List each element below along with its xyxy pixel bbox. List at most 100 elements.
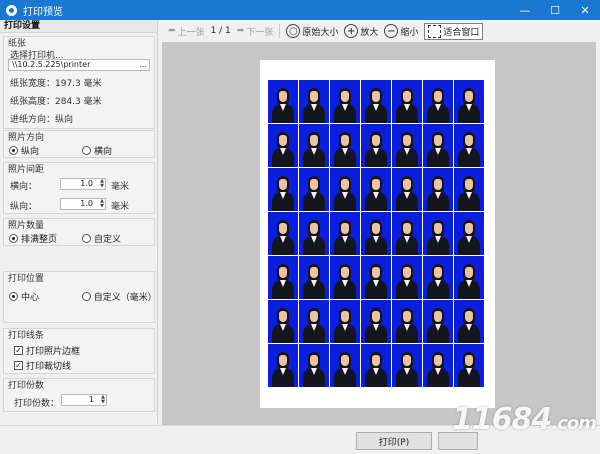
- paper-group: 纸张 选择打印机... \\10.2.5.225\printer ... 纸张宽…: [3, 36, 155, 129]
- radio-unselected-icon: [82, 146, 91, 155]
- center-position-label: 中心: [21, 293, 40, 303]
- portrait-label: 纵向: [21, 147, 40, 157]
- id-photo: [299, 212, 329, 255]
- position-group-title: 打印位置: [8, 274, 45, 284]
- id-photo: [361, 300, 391, 343]
- close-button[interactable]: ✕: [570, 0, 600, 20]
- landscape-label: 横向: [94, 147, 113, 157]
- browse-printer-button[interactable]: ...: [139, 60, 147, 70]
- custom-quantity-label: 自定义: [94, 235, 122, 245]
- id-photo: [423, 124, 453, 167]
- id-photo: [392, 124, 422, 167]
- id-photo: [299, 168, 329, 211]
- id-photo: [330, 168, 360, 211]
- id-photo: [361, 168, 391, 211]
- copies-group: 打印份数 打印份数： 1 ▲ ▼: [3, 378, 155, 412]
- id-photo: [330, 256, 360, 299]
- id-photo: [330, 124, 360, 167]
- prev-page-button[interactable]: ⬅ 上一张: [168, 25, 205, 38]
- printer-path-field[interactable]: \\10.2.5.225\printer ...: [8, 59, 150, 71]
- id-photo: [268, 80, 298, 123]
- custom-position-label: 自定义（毫米）: [93, 293, 157, 303]
- id-photo: [454, 344, 484, 387]
- id-photo: [361, 80, 391, 123]
- settings-panel: 打印设置 纸张 选择打印机... \\10.2.5.225\printer ..…: [0, 20, 158, 425]
- maximize-button[interactable]: ☐: [540, 0, 570, 20]
- stepper-arrows-icon[interactable]: ▲ ▼: [100, 199, 104, 209]
- preview-area[interactable]: [162, 42, 596, 425]
- prev-page-label: 上一张: [177, 27, 205, 38]
- center-position-radio[interactable]: 中心: [9, 290, 39, 303]
- arrow-right-icon: ➡: [236, 26, 245, 36]
- id-photo: [361, 344, 391, 387]
- vertical-unit: 毫米: [111, 202, 130, 212]
- id-photo: [361, 212, 391, 255]
- stepper-arrows-icon[interactable]: ▲ ▼: [100, 179, 104, 189]
- zoom-in-icon: +: [344, 24, 359, 38]
- id-photo: [268, 212, 298, 255]
- id-photo: [454, 256, 484, 299]
- copies-stepper[interactable]: 1 ▲ ▼: [61, 394, 107, 406]
- site-watermark: 11684.com: [452, 402, 597, 437]
- id-photo: [392, 80, 422, 123]
- spacing-group-title: 照片间距: [8, 165, 45, 175]
- orientation-group-title: 照片方向: [8, 133, 45, 143]
- cut-lines-label: 打印裁切线: [26, 362, 72, 372]
- next-page-button[interactable]: ➡ 下一张: [237, 25, 274, 38]
- fill-page-label: 排满整页: [21, 235, 58, 245]
- position-group: 打印位置 中心 自定义（毫米）: [3, 271, 157, 323]
- fit-window-button[interactable]: 适合窗口: [424, 22, 484, 40]
- vertical-spacing-stepper[interactable]: 1.0 ▲ ▼: [60, 198, 106, 210]
- radio-unselected-icon: [82, 292, 91, 301]
- zoom-out-icon: −: [384, 24, 399, 38]
- id-photo: [299, 344, 329, 387]
- id-photo: [423, 80, 453, 123]
- horizontal-spacing-label: 横向：: [10, 182, 38, 192]
- stepper-arrows-icon[interactable]: ▲ ▼: [101, 395, 105, 405]
- id-photo: [330, 80, 360, 123]
- portrait-radio[interactable]: 纵向: [9, 144, 39, 157]
- cut-lines-checkbox[interactable]: ✓ 打印裁切线: [14, 359, 71, 372]
- horizontal-spacing-stepper[interactable]: 1.0 ▲ ▼: [60, 178, 106, 190]
- paper-height-label: 纸张高度：284.3 毫米: [10, 97, 102, 107]
- id-photo: [454, 212, 484, 255]
- custom-quantity-radio[interactable]: 自定义: [82, 232, 121, 245]
- id-photo: [454, 168, 484, 211]
- zoom-out-button[interactable]: − 缩小: [384, 24, 418, 38]
- original-size-label: 原始大小: [302, 27, 339, 38]
- orientation-group: 照片方向 纵向 横向: [3, 130, 155, 158]
- id-photo: [268, 344, 298, 387]
- fill-page-radio[interactable]: 排满整页: [9, 232, 57, 245]
- horizontal-spacing-value: 1.0: [80, 179, 93, 188]
- id-photo: [299, 300, 329, 343]
- feed-direction-label: 进纸方向：纵向: [10, 115, 74, 125]
- landscape-radio[interactable]: 横向: [82, 144, 112, 157]
- checkmark-icon: ✓: [14, 361, 23, 370]
- watermark-suffix: .com: [551, 413, 597, 434]
- photo-border-checkbox[interactable]: ✓ 打印照片边框: [14, 344, 80, 357]
- id-photo: [268, 300, 298, 343]
- vertical-spacing-value: 1.0: [80, 199, 93, 208]
- id-photo: [423, 212, 453, 255]
- id-photo: [361, 124, 391, 167]
- custom-position-radio[interactable]: 自定义（毫米）: [82, 290, 157, 303]
- id-photo: [268, 168, 298, 211]
- id-photo: [330, 300, 360, 343]
- id-photo: [392, 212, 422, 255]
- id-photo: [454, 124, 484, 167]
- copies-value: 1: [88, 395, 94, 404]
- checkmark-icon: ✓: [14, 346, 23, 355]
- zoom-in-button[interactable]: + 放大: [344, 24, 378, 38]
- next-page-label: 下一张: [246, 27, 274, 38]
- id-photo: [392, 168, 422, 211]
- id-photo: [392, 300, 422, 343]
- print-button[interactable]: 打印(P): [356, 432, 432, 450]
- lines-group: 打印线条 ✓ 打印照片边框 ✓ 打印裁切线: [3, 328, 155, 374]
- arrow-left-icon: ⬅: [168, 26, 176, 36]
- id-photo: [299, 80, 329, 123]
- quantity-group-title: 照片数量: [8, 221, 45, 231]
- photo-grid: [268, 80, 484, 387]
- minimize-button[interactable]: —: [510, 0, 540, 20]
- id-photo: [423, 344, 453, 387]
- original-size-button[interactable]: ○ 原始大小: [286, 24, 338, 38]
